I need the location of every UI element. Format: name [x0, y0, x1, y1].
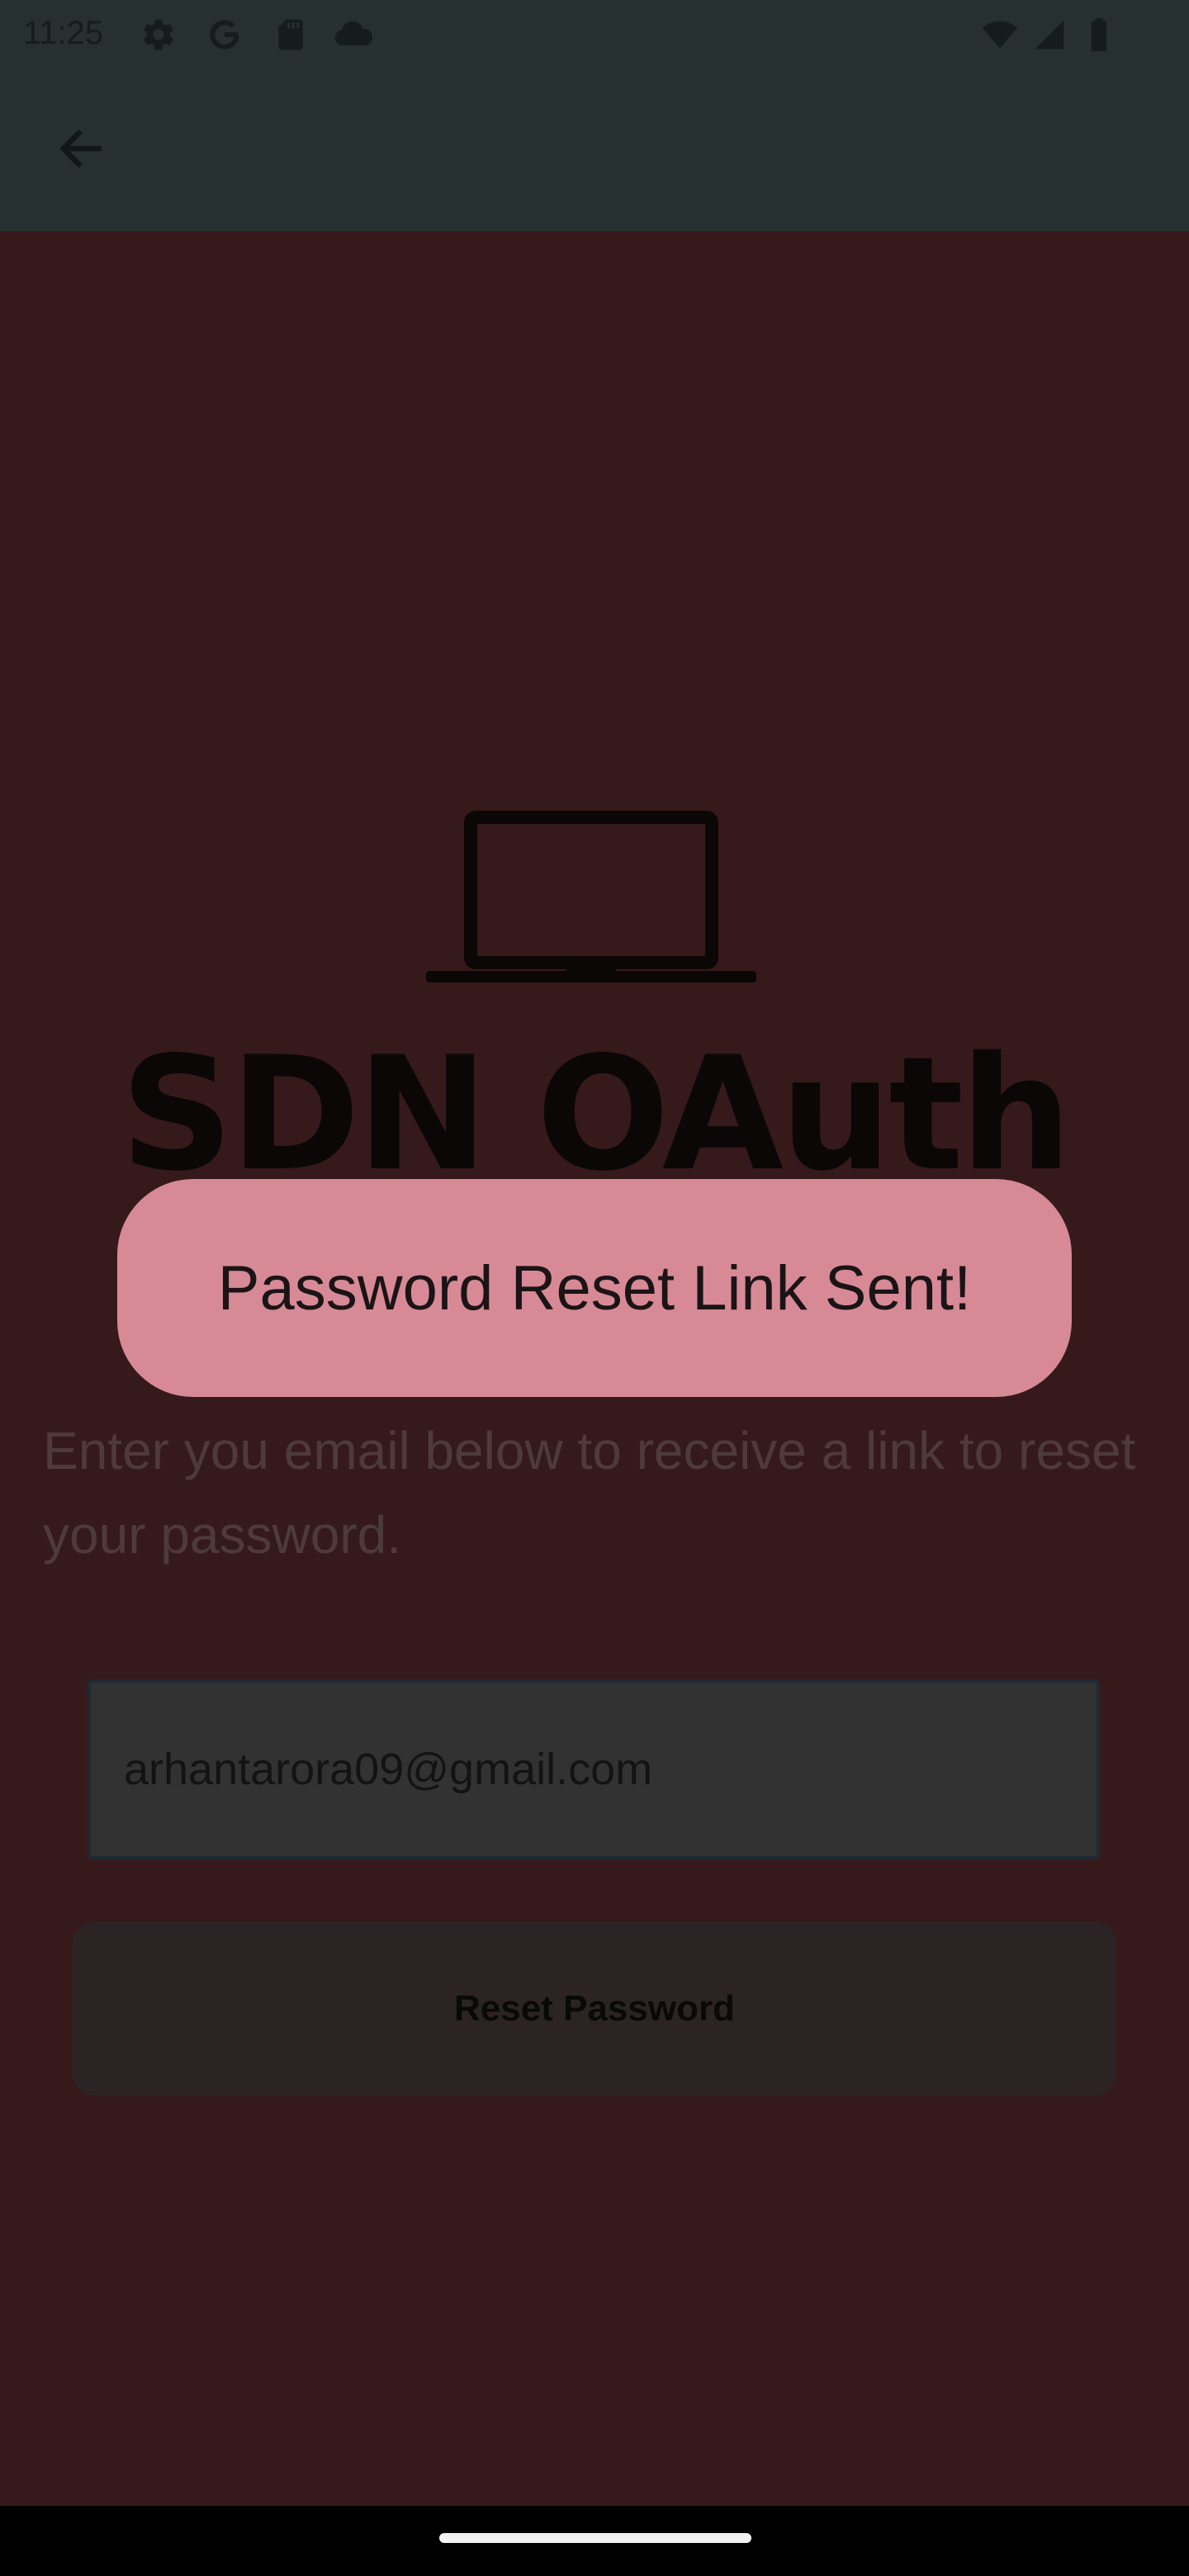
signal-icon — [1032, 17, 1067, 57]
google-icon — [206, 17, 243, 53]
battery-icon — [1088, 17, 1110, 57]
app-title: SDN OAuth — [120, 1023, 1073, 1205]
wifi-icon — [981, 17, 1019, 57]
toast-message: Password Reset Link Sent! — [217, 1252, 972, 1324]
instructions-text: Enter you email below to receive a link … — [43, 1421, 1136, 1565]
status-bar: 11:25 — [0, 0, 1189, 74]
email-field[interactable] — [88, 1679, 1100, 1859]
status-time: 11:25 — [23, 15, 104, 51]
toast: Password Reset Link Sent! — [117, 1179, 1072, 1397]
sd-card-icon — [272, 17, 309, 53]
back-button[interactable] — [46, 116, 116, 185]
top-area: 11:25 — [0, 0, 1189, 231]
gear-icon — [140, 17, 177, 53]
arrow-left-icon — [54, 122, 107, 179]
home-gesture-handle[interactable] — [439, 2533, 751, 2543]
laptop-icon — [426, 809, 756, 999]
reset-password-button[interactable]: Reset Password — [73, 1922, 1116, 2095]
cloud-icon — [332, 17, 373, 53]
